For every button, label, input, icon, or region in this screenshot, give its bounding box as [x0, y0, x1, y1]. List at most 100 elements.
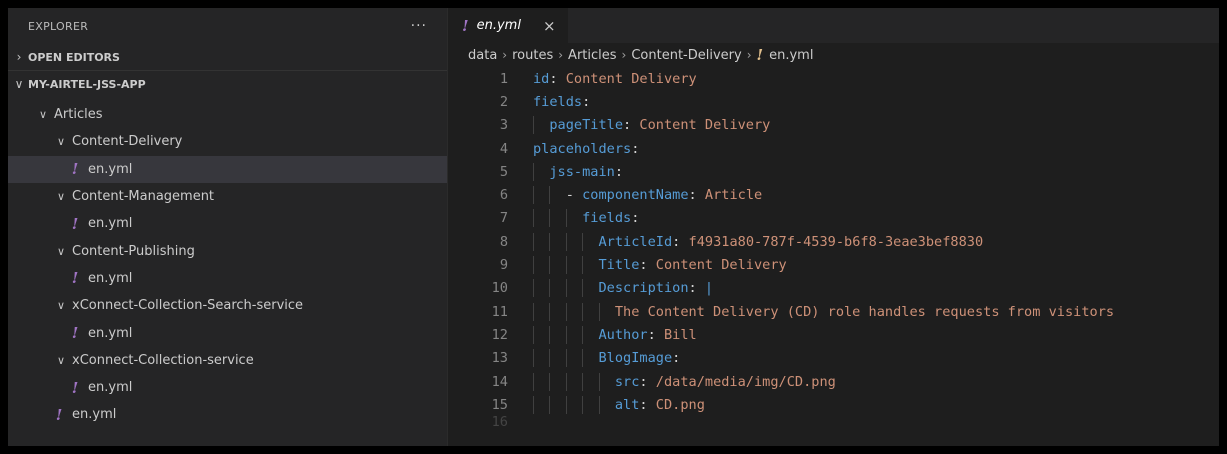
code-line: 12 Author: Bill	[448, 323, 1219, 346]
tree-folder[interactable]: ∨ Articles	[8, 101, 447, 128]
project-section[interactable]: ∨ MY-AIRTEL-JSS-APP	[8, 70, 447, 97]
indent-guide	[549, 372, 551, 391]
indent-guide	[582, 279, 584, 298]
indent-guide	[549, 256, 551, 275]
code-line: 16	[448, 414, 1219, 430]
tree-file[interactable]: ! en.yml	[8, 265, 447, 292]
indent-guide	[549, 209, 551, 228]
indent-guide	[565, 349, 567, 368]
chevron-down-icon: ∨	[56, 135, 66, 149]
indent-guide	[582, 232, 584, 251]
line-text: Description: |	[533, 279, 713, 298]
chevron-down-icon: ∨	[56, 353, 66, 367]
breadcrumb-item[interactable]: Content-Delivery	[631, 48, 741, 63]
indent-guide	[565, 372, 567, 391]
tab-en-yml[interactable]: ! en.yml ×	[448, 8, 568, 43]
breadcrumb-file[interactable]: en.yml	[769, 48, 813, 63]
indent-guide	[582, 395, 584, 414]
line-number: 6	[499, 187, 508, 204]
code-line: 14 src: /data/media/img/CD.png	[448, 370, 1219, 393]
indent-guide	[533, 395, 534, 414]
chevron-down-icon: ∨	[14, 77, 24, 91]
indent-guide	[533, 372, 534, 391]
breadcrumb-item[interactable]: data	[468, 48, 497, 63]
indent-guide	[565, 232, 567, 251]
project-label: MY-AIRTEL-JSS-APP	[28, 77, 146, 91]
yaml-file-icon: !	[756, 46, 764, 64]
line-text: fields:	[533, 209, 639, 228]
more-actions-icon[interactable]: ···	[411, 18, 427, 34]
explorer-sidebar: EXPLORER ··· › OPEN EDITORS ∨ MY-AIRTEL-…	[8, 8, 448, 446]
tree-folder[interactable]: ∨ Content-Publishing	[8, 237, 447, 264]
tree-folder[interactable]: ∨ Content-Management	[8, 183, 447, 210]
indent-guide	[533, 209, 534, 228]
chevron-right-icon: ›	[746, 48, 752, 62]
tree-item-label: Content-Management	[72, 189, 215, 205]
indent-guide	[582, 372, 584, 391]
indent-guide	[533, 325, 534, 344]
line-number: 1	[499, 70, 508, 87]
yaml-file-icon: !	[71, 269, 79, 288]
breadcrumb-item[interactable]: routes	[512, 48, 553, 63]
yaml-file-icon: !	[71, 214, 79, 233]
indent-guide	[565, 209, 567, 228]
yaml-file-icon: !	[55, 405, 63, 424]
tree-folder[interactable]: ∨ xConnect-Collection-service	[8, 347, 447, 374]
tree-file[interactable]: ! en.yml	[8, 374, 447, 401]
indent-guide	[533, 116, 534, 135]
chevron-down-icon: ∨	[56, 190, 66, 204]
tree-folder[interactable]: ∨ Content-Delivery	[8, 128, 447, 155]
code-editor[interactable]: 1 id: Content Delivery 2 fields: 3 pageTitle…	[448, 67, 1219, 431]
tree-file[interactable]: ! en.yml	[8, 155, 447, 183]
indent-guide	[549, 186, 551, 205]
line-number: 11	[491, 303, 508, 320]
line-number: 8	[499, 233, 508, 250]
chevron-right-icon: ›	[16, 50, 22, 64]
line-number: 2	[499, 93, 508, 110]
open-editors-section[interactable]: › OPEN EDITORS	[8, 44, 447, 70]
chevron-down-icon: ∨	[38, 108, 48, 122]
tree-file[interactable]: ! en.yml	[8, 319, 447, 346]
indent-guide	[565, 279, 567, 298]
code-line: 1 id: Content Delivery	[448, 67, 1219, 90]
line-number: 14	[491, 373, 508, 390]
line-number: 13	[491, 350, 508, 367]
indent-guide	[533, 279, 534, 298]
indent-guide	[549, 325, 551, 344]
line-number: 9	[499, 257, 508, 274]
tree-item-label: en.yml	[88, 161, 133, 177]
indent-guide	[565, 256, 567, 275]
editor-area: ! en.yml × data › routes › Articles › Content-…	[448, 8, 1219, 446]
line-text: - componentName: Article	[533, 186, 762, 205]
breadcrumb-item[interactable]: Articles	[568, 48, 616, 63]
indent-guide	[582, 302, 584, 321]
yaml-file-icon: !	[462, 16, 469, 35]
line-text: The Content Delivery (CD) role handles r…	[533, 302, 1114, 321]
indent-guide	[565, 302, 567, 321]
indent-guide	[582, 256, 584, 275]
tree-item-label: Articles	[54, 107, 103, 123]
code-line: 2 fields:	[448, 90, 1219, 113]
close-icon[interactable]: ×	[543, 17, 556, 35]
tree-file[interactable]: ! en.yml	[8, 210, 447, 237]
tree-item-label: xConnect-Collection-service	[72, 352, 254, 368]
yaml-file-icon: !	[71, 324, 79, 343]
tab-label: en.yml	[476, 18, 521, 33]
tree-folder[interactable]: ∨ xConnect-Collection-Search-service	[8, 292, 447, 319]
tree-item-label: xConnect-Collection-Search-service	[72, 298, 304, 314]
indent-guide	[533, 186, 534, 205]
tree-item-label: en.yml	[88, 216, 133, 232]
line-number: 12	[491, 326, 508, 343]
chevron-down-icon: ∨	[56, 244, 66, 258]
indent-guide	[582, 325, 584, 344]
code-line: 6 - componentName: Article	[448, 183, 1219, 206]
indent-guide	[533, 256, 534, 275]
code-line: 15 alt: CD.png	[448, 393, 1219, 416]
indent-guide	[565, 325, 567, 344]
code-line: 8 ArticleId: f4931a80-787f-4539-b6f8-3ea…	[448, 230, 1219, 253]
indent-guide	[533, 349, 534, 368]
tree-file[interactable]: ! en.yml	[8, 401, 447, 428]
vscode-window: EXPLORER ··· › OPEN EDITORS ∨ MY-AIRTEL-…	[8, 8, 1219, 446]
indent-guide	[549, 395, 551, 414]
line-text: ArticleId: f4931a80-787f-4539-b6f8-3eae3…	[533, 232, 983, 251]
